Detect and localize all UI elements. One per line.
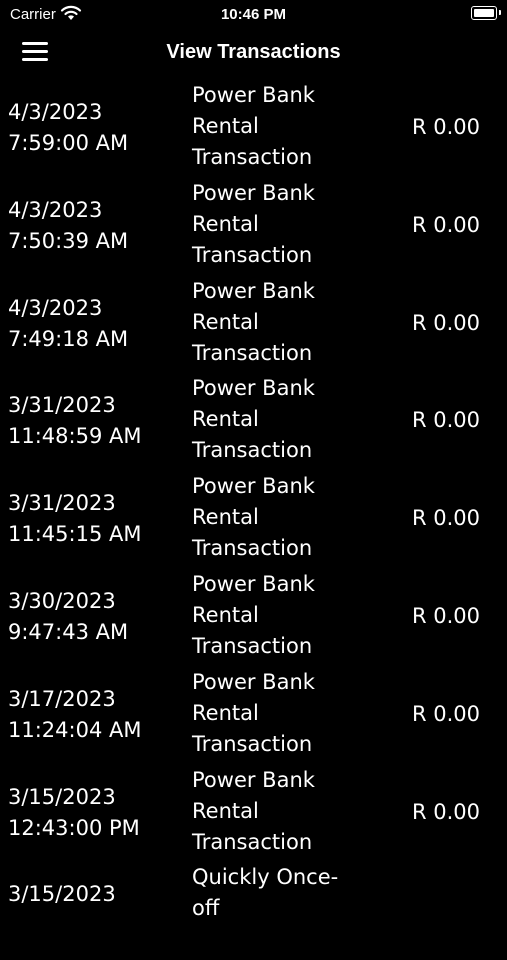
transaction-date: 3/31/2023 xyxy=(8,393,116,418)
transaction-description: Power Bank Rental Transaction xyxy=(192,276,362,369)
transaction-amount: R 0.00 xyxy=(411,701,480,726)
transaction-amount: R 0.00 xyxy=(411,603,480,628)
description-line: Transaction xyxy=(192,829,313,854)
transaction-time: 7:49:18 AM xyxy=(8,326,129,351)
transaction-time: 11:48:59 AM xyxy=(8,424,142,449)
transaction-amount: R 0.00 xyxy=(411,506,480,531)
transaction-row[interactable]: 3/31/2023 11:48:59 AM Power Bank Rental Tran… xyxy=(0,373,507,471)
clock: 10:46 PM xyxy=(220,6,287,23)
transaction-time: 7:59:00 AM xyxy=(8,131,129,155)
transaction-date: 3/31/2023 xyxy=(8,491,116,516)
transaction-description: Power Bank Rental Transaction xyxy=(192,178,362,271)
transaction-amount: R 0.00 xyxy=(411,115,480,139)
transaction-row[interactable]: 3/15/2023 12:43:00 PM Power Bank Rental Tran… xyxy=(0,765,507,863)
description-line: Power Bank xyxy=(192,83,315,107)
page-title: View Transactions xyxy=(166,41,341,63)
transaction-date: 4/3/2023 xyxy=(8,197,103,222)
description-line: Transaction xyxy=(192,438,313,463)
transaction-description: Power Bank Rental Transaction xyxy=(192,569,362,662)
description-line: Rental xyxy=(192,211,259,236)
description-line: Transaction xyxy=(192,731,313,756)
transaction-row[interactable]: 3/17/2023 11:24:04 AM Power Bank Rental Tran… xyxy=(0,667,507,765)
description-line: Power Bank xyxy=(192,571,315,596)
transaction-datetime: 4/3/2023 7:50:39 AM xyxy=(8,195,128,257)
transaction-amount: R 0.00 xyxy=(411,799,480,824)
description-line: Rental xyxy=(192,407,259,432)
battery-icon xyxy=(471,6,497,20)
transaction-date: 3/15/2023 xyxy=(8,882,116,907)
description-line: Power Bank xyxy=(192,278,315,303)
transaction-datetime: 3/17/2023 11:24:04 AM xyxy=(8,684,141,746)
transaction-amount: R 0.00 xyxy=(411,212,480,237)
transaction-description: Power Bank Rental Transaction xyxy=(192,765,362,858)
description-line: Rental xyxy=(192,700,259,725)
transaction-date: 3/30/2023 xyxy=(8,588,116,613)
description-line: Power Bank xyxy=(192,376,315,401)
description-line: Quickly Once-off xyxy=(192,865,339,921)
transaction-description: Power Bank Rental Transaction xyxy=(192,667,362,760)
transaction-datetime: 3/31/2023 11:48:59 AM xyxy=(8,390,141,452)
transaction-row[interactable]: 3/30/2023 9:47:43 AM Power Bank Rental Trans… xyxy=(0,569,507,667)
transaction-datetime: 4/3/2023 7:59:00 AM xyxy=(8,97,128,159)
transaction-description: Power Bank Rental Transaction xyxy=(192,80,362,173)
status-bar: Carrier 10:46 PM xyxy=(0,0,507,30)
transaction-time: 11:24:04 AM xyxy=(8,717,142,742)
description-line: Power Bank xyxy=(192,767,315,792)
description-line: Rental xyxy=(192,505,259,530)
transaction-row[interactable]: 4/3/2023 7:59:00 AM Power Bank Rental Transa… xyxy=(0,80,507,178)
transaction-row[interactable]: 4/3/2023 7:50:39 AM Power Bank Rental Transa… xyxy=(0,178,507,276)
transaction-amount: R 0.00 xyxy=(411,310,480,335)
battery-tip xyxy=(499,10,501,15)
description-line: Rental xyxy=(192,309,259,334)
transaction-date: 4/3/2023 xyxy=(8,295,103,320)
navigation-bar: View Transactions xyxy=(0,30,507,76)
transaction-description: Power Bank Rental Transaction xyxy=(192,471,362,564)
transaction-description: Quickly Once-off xyxy=(192,862,362,924)
transaction-date: 4/3/2023 xyxy=(8,100,103,124)
description-line: Transaction xyxy=(192,340,313,365)
description-line: Power Bank xyxy=(192,669,315,694)
description-line: Transaction xyxy=(192,242,313,267)
description-line: Rental xyxy=(192,602,259,627)
transaction-datetime: 3/30/2023 9:47:43 AM xyxy=(8,586,128,648)
transaction-date: 3/15/2023 xyxy=(8,784,116,809)
transaction-time: 9:47:43 AM xyxy=(8,619,129,644)
transaction-description: Power Bank Rental Transaction xyxy=(192,373,362,466)
description-line: Power Bank xyxy=(192,180,315,205)
transaction-time: 7:50:39 AM xyxy=(8,228,129,253)
transaction-date: 3/17/2023 xyxy=(8,686,116,711)
description-line: Transaction xyxy=(192,536,313,561)
transaction-list[interactable]: 4/3/2023 7:59:00 AM Power Bank Rental Transa… xyxy=(0,80,507,960)
description-line: Power Bank xyxy=(192,474,315,499)
transaction-time: 11:45:15 AM xyxy=(8,522,142,547)
description-line: Rental xyxy=(192,114,259,138)
description-line: Transaction xyxy=(192,145,313,169)
transaction-row[interactable]: 4/3/2023 7:49:18 AM Power Bank Rental Transa… xyxy=(0,276,507,374)
transaction-row[interactable]: 3/31/2023 11:45:15 AM Power Bank Rental Tran… xyxy=(0,471,507,569)
transaction-datetime: 3/31/2023 11:45:15 AM xyxy=(8,488,141,550)
description-line: Rental xyxy=(192,798,259,823)
description-line: Transaction xyxy=(192,633,313,658)
transaction-datetime: 3/15/2023 12:43:00 PM xyxy=(8,782,140,844)
transaction-datetime: 3/15/2023 xyxy=(8,879,116,910)
transaction-time: 12:43:00 PM xyxy=(8,815,140,840)
transaction-row[interactable]: 3/15/2023 Quickly Once-off xyxy=(0,862,507,960)
transaction-amount: R 0.00 xyxy=(411,408,480,433)
transaction-datetime: 4/3/2023 7:49:18 AM xyxy=(8,293,128,355)
